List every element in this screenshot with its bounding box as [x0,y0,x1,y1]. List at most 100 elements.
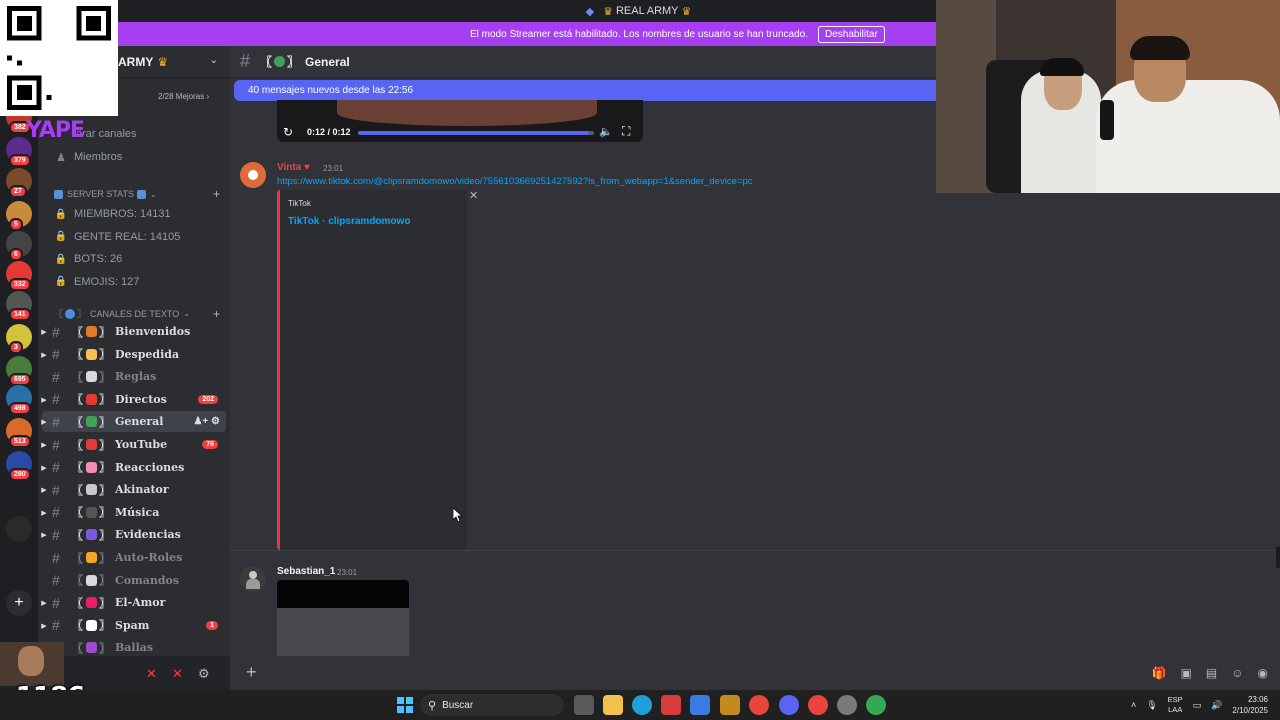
attachment-image[interactable] [277,580,409,608]
channel-item[interactable]: ▶ # 〖〗 Directos 202 [38,389,230,410]
video-progress[interactable] [358,131,594,135]
expand-arrow-icon[interactable]: ▶ [38,598,50,607]
expand-arrow-icon[interactable]: ▶ [38,327,50,336]
server-icon[interactable]: 3 [6,324,32,354]
volume-icon[interactable]: 🔈 [599,125,613,138]
server-icon[interactable]: 280 [6,451,32,481]
add-server-icon[interactable]: + [6,590,32,616]
server-icon[interactable]: 27 [6,168,32,198]
embed-title[interactable]: TikTok · clipsramdomowo [288,216,410,227]
close-icon[interactable]: ✕ [469,189,478,202]
fullscreen-icon[interactable]: ⛶ [622,124,630,139]
clock[interactable]: 23:06 2/10/2025 [1232,694,1268,716]
category-server-stats[interactable]: SERVER STATS ⌄ + [54,187,220,201]
channel-item[interactable]: ▶ # 〖〗 Bienvenidos [38,321,230,342]
app-icon[interactable] [837,695,857,715]
expand-arrow-icon[interactable]: ▶ [38,508,50,517]
snipping-tool-icon[interactable] [661,695,681,715]
expand-arrow-icon[interactable]: ▶ [38,350,50,359]
gift-icon[interactable]: 🎁 [1152,666,1167,680]
deafen-icon[interactable]: ✕ [172,666,183,682]
category-text-channels[interactable]: 〖 〗 CANALES DE TEXTO ⌄ + [54,307,220,321]
disable-streamer-button[interactable]: Deshabilitar [817,25,885,43]
channel-settings-icon[interactable]: ⚙ [211,416,220,427]
server-icon[interactable]: 5 [6,201,32,231]
taskbar-search[interactable]: ⚲ Buscar [420,694,564,716]
message-author[interactable]: Vinta ♥ [277,162,310,173]
stat-channel[interactable]: 🔒 EMOJIS: 127 [38,272,230,292]
video-controls: ↻ 0:12 / 0:12 🔈 ⛶ [277,122,643,142]
server-icon[interactable] [6,516,32,542]
channel-item[interactable]: ▶ # 〖〗 Evidencias [38,524,230,545]
edge-icon[interactable] [632,695,652,715]
file-explorer-icon[interactable] [603,695,623,715]
language-indicator[interactable]: ESP LAA [1168,695,1183,715]
invite-icon[interactable]: ♟+ [193,416,208,427]
stat-channel[interactable]: 🔒 GENTE REAL: 14105 [38,227,230,247]
server-icon[interactable]: 498 [6,385,32,415]
channel-item[interactable]: #〖〗Ballas [38,637,230,656]
volume-icon[interactable]: 🔊 [1211,700,1222,711]
video-player[interactable]: ↻ 0:12 / 0:12 🔈 ⛶ [277,100,643,142]
stat-channel[interactable]: 🔒 BOTS: 26 [38,249,230,269]
stat-channel[interactable]: 🔒 MIEMBROS: 14131 [38,204,230,224]
members-item[interactable]: ♟ Miembros [38,147,230,167]
expand-arrow-icon[interactable]: ▶ [38,463,50,472]
task-view-icon[interactable] [574,695,594,715]
attachment-image[interactable] [277,608,409,656]
channel-item[interactable]: # 〖〗 Auto-Roles [38,547,230,568]
message-author[interactable]: Sebastian_1 [277,566,335,577]
embed-provider: TikTok [288,199,311,208]
discord-icon[interactable] [779,695,799,715]
new-messages-bar[interactable]: 40 mensajes nuevos desde las 22:56 [234,80,940,101]
chrome-icon[interactable] [749,695,769,715]
channel-item[interactable]: ▶ # 〖〗 YouTube 76 [38,434,230,455]
settings-gear-icon[interactable]: ⚙ [198,666,210,682]
chrome-icon[interactable] [866,695,886,715]
avatar[interactable] [240,162,266,188]
channel-item[interactable]: # 〖〗 Reglas [38,366,230,387]
gif-icon[interactable]: ▣ [1181,666,1192,680]
channel-item[interactable]: ▶ # 〖〗 Música [38,502,230,523]
server-icon[interactable]: 141 [6,291,32,321]
channel-item[interactable]: ▶ # 〖〗 El-Amor [38,592,230,613]
server-icon[interactable]: 6 [6,231,32,261]
boost-progress[interactable]: 2/28 Mejoras › [158,92,209,101]
members-icon: ♟ [56,151,66,164]
channel-item[interactable]: ▶ # 〖〗 General ♟+ ⚙ [41,411,226,433]
expand-arrow-icon[interactable]: ▶ [38,440,50,449]
message-timestamp: 23:01 [337,568,358,577]
channel-item[interactable]: # 〖〗 Comandos [38,570,230,591]
server-icon[interactable]: 695 [6,356,32,386]
replay-icon[interactable]: ↻ [283,125,293,139]
copilot-icon[interactable] [690,695,710,715]
expand-arrow-icon[interactable]: ▶ [38,485,50,494]
chevron-down-icon[interactable]: ⌄ [210,55,218,66]
channel-item[interactable]: ▶ # 〖〗 Spam 1 [38,615,230,636]
mute-mic-icon[interactable]: ✕ [146,666,157,682]
apps-icon[interactable]: ◉ [1258,666,1268,680]
channel-item[interactable]: ▶ # 〖〗 Despedida [38,344,230,365]
windows-start-icon[interactable] [395,695,415,715]
expand-arrow-icon[interactable]: ▶ [38,417,50,426]
expand-arrow-icon[interactable]: ▶ [38,530,50,539]
microphone-icon[interactable]: 🎙 [1146,700,1157,711]
scrollbar[interactable] [1276,546,1280,568]
display-icon[interactable]: ▭ [1193,700,1202,711]
avatar[interactable] [240,566,266,592]
add-attachment-icon[interactable]: + [246,662,257,683]
chrome-icon[interactable] [808,695,828,715]
expand-arrow-icon[interactable]: ▶ [38,621,50,630]
message-link[interactable]: https://www.tiktok.com/@clipsramdomowo/v… [277,176,752,187]
app-icon[interactable] [720,695,740,715]
channel-item[interactable]: ▶ # 〖〗 Reacciones [38,457,230,478]
sticker-icon[interactable]: ▤ [1206,666,1217,680]
channel-item[interactable]: ▶ # 〖〗 Akinator [38,479,230,500]
server-icon[interactable]: 332 [6,261,32,291]
chevron-up-icon[interactable]: ˄ [1131,700,1136,710]
server-icon[interactable]: 513 [6,418,32,448]
expand-arrow-icon[interactable]: ▶ [38,395,50,404]
add-channel-icon[interactable]: + [213,307,220,321]
emoji-icon[interactable]: ☺ [1231,666,1243,680]
add-channel-icon[interactable]: + [213,187,220,201]
